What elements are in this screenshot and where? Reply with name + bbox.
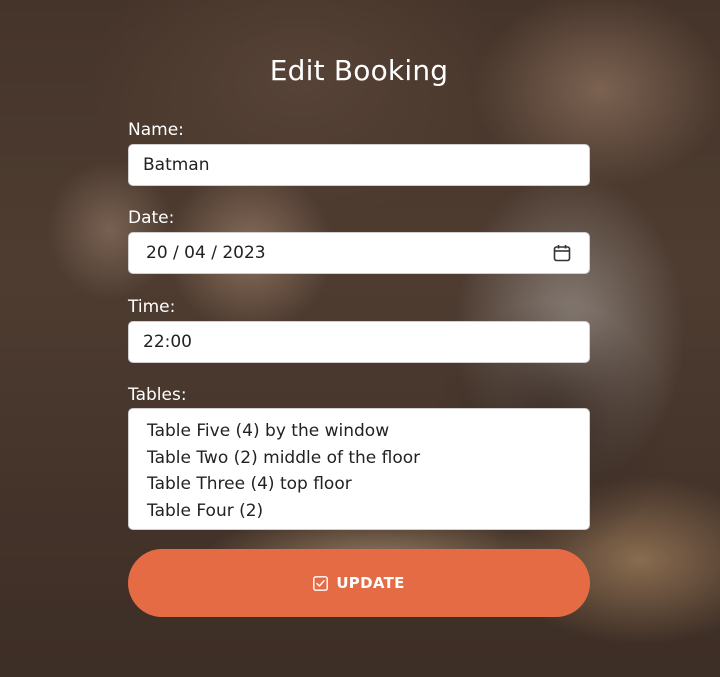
table-option[interactable]: Table Four (2) bbox=[147, 498, 589, 525]
name-label: Name: bbox=[128, 120, 184, 140]
update-button[interactable]: UPDATE bbox=[128, 549, 590, 617]
table-option[interactable]: Table Five (4) by the window bbox=[147, 418, 589, 445]
table-option[interactable]: Table Three (4) top floor bbox=[147, 471, 589, 498]
page-title: Edit Booking bbox=[269, 54, 449, 87]
date-label: Date: bbox=[128, 208, 175, 228]
check-square-icon bbox=[313, 575, 329, 591]
time-field[interactable]: 22:00 bbox=[128, 321, 590, 363]
date-value: 20 / 04 / 2023 bbox=[146, 243, 266, 263]
calendar-icon[interactable] bbox=[553, 244, 571, 262]
update-button-label: UPDATE bbox=[336, 574, 405, 592]
table-option[interactable]: Table Two (2) middle of the floor bbox=[147, 445, 589, 472]
tables-select[interactable]: Table Five (4) by the window Table Two (… bbox=[128, 408, 590, 530]
time-label: Time: bbox=[128, 297, 176, 317]
name-field[interactable]: Batman bbox=[128, 144, 590, 186]
date-field[interactable]: 20 / 04 / 2023 bbox=[128, 232, 590, 274]
tables-label: Tables: bbox=[128, 385, 187, 405]
